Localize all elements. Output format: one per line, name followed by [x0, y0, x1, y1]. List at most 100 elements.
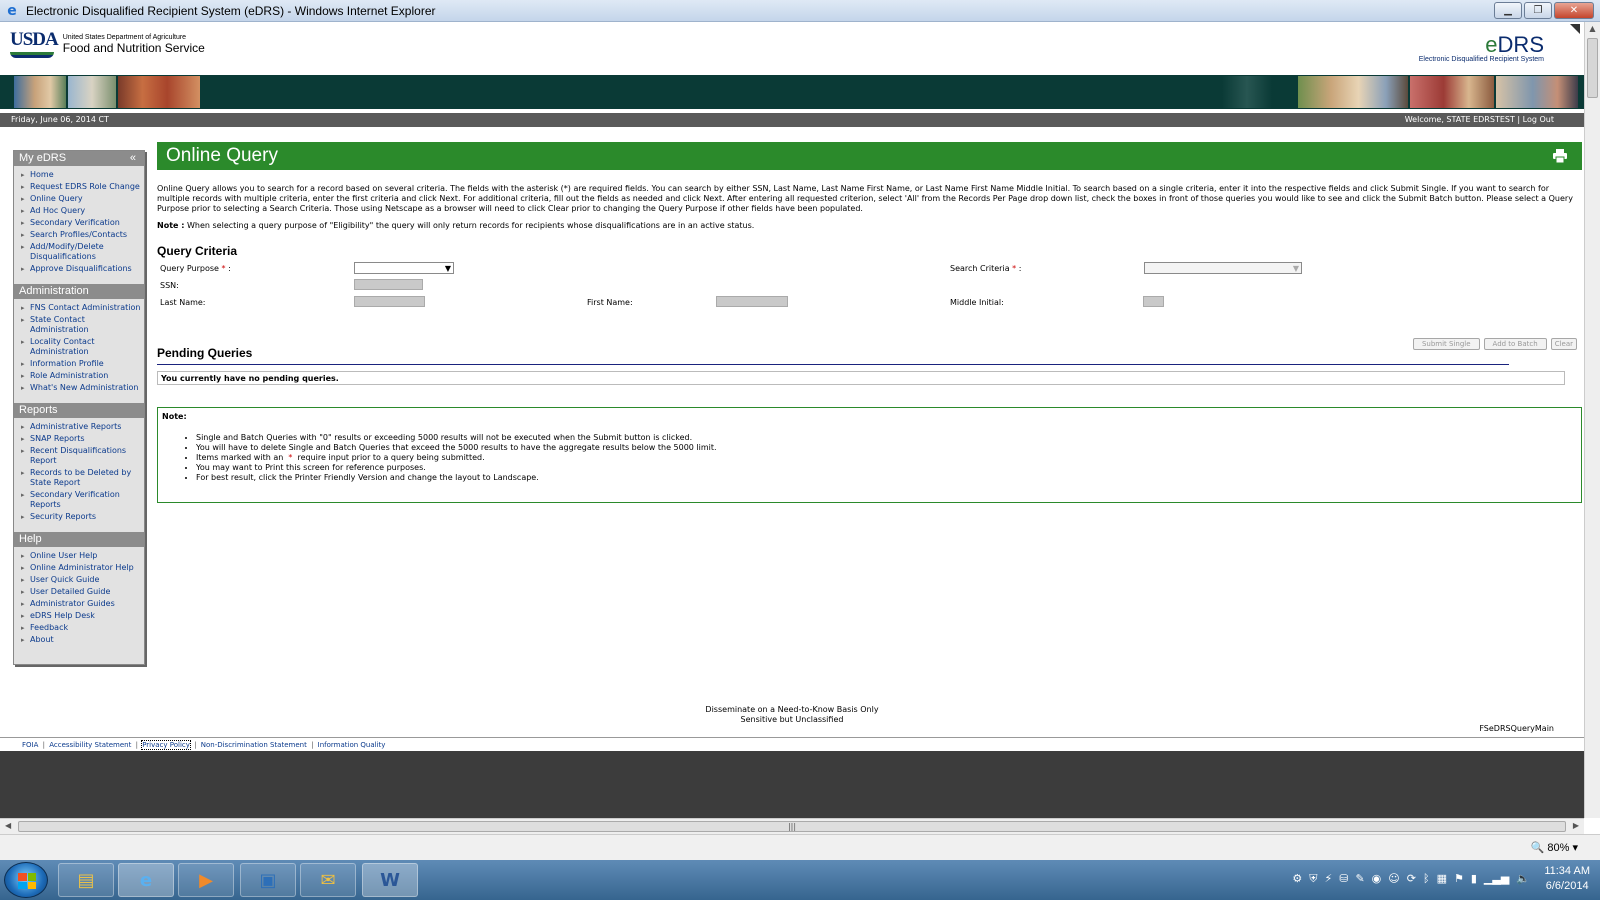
tray-icon[interactable]: ⛁	[1339, 872, 1348, 886]
sidebar-item-administrator-guides[interactable]: Administrator Guides	[30, 599, 115, 608]
sidebar-item-add-modify-delete[interactable]: Add/Modify/Delete Disqualifications	[30, 242, 104, 261]
sidebar-item[interactable]: Secondary Verification Reports	[20, 490, 144, 510]
sidebar-item-search-profiles[interactable]: Search Profiles/Contacts	[30, 230, 127, 239]
scroll-right-icon[interactable]: ▶	[1573, 821, 1579, 830]
sidebar-item-user-detailed-guide[interactable]: User Detailed Guide	[30, 587, 110, 596]
sidebar-item[interactable]: Feedback	[20, 623, 144, 633]
sidebar-item-help-desk[interactable]: eDRS Help Desk	[30, 611, 95, 620]
flag-icon[interactable]: ⚑	[1454, 872, 1464, 886]
sidebar-item[interactable]: User Quick Guide	[20, 575, 144, 585]
sidebar-item-online-user-help[interactable]: Online User Help	[30, 551, 97, 560]
sidebar-item[interactable]: Online Query	[20, 194, 144, 204]
bluetooth-icon[interactable]: ᛒ	[1423, 872, 1430, 886]
search-criteria-select[interactable]: ▼	[1144, 262, 1302, 274]
ssn-field[interactable]	[354, 279, 423, 290]
network-app-icon[interactable]: ▣	[240, 863, 296, 897]
sidebar-item[interactable]: Secondary Verification	[20, 218, 144, 228]
sidebar-item[interactable]: SNAP Reports	[20, 434, 144, 444]
footer-link-foia[interactable]: FOIA	[22, 741, 38, 749]
vertical-scroll-thumb[interactable]	[1587, 38, 1598, 98]
sidebar-item[interactable]: About	[20, 635, 144, 645]
media-player-icon[interactable]: ▶	[178, 863, 234, 897]
taskbar-clock[interactable]: 11:34 AM 6/6/2014	[1544, 864, 1590, 894]
sidebar-item[interactable]: Administrator Guides	[20, 599, 144, 609]
volume-icon[interactable]: 🔈	[1516, 872, 1530, 886]
sidebar-item-security-reports[interactable]: Security Reports	[30, 512, 96, 521]
sidebar-item-locality-contact[interactable]: Locality Contact Administration	[30, 337, 95, 356]
internet-explorer-taskbar-icon[interactable]: e	[118, 863, 174, 897]
query-purpose-select[interactable]: ▼	[354, 262, 454, 274]
footer-link-non-discrimination[interactable]: Non-Discrimination Statement	[201, 741, 307, 749]
sidebar-item[interactable]: Administrative Reports	[20, 422, 144, 432]
sidebar-item-fns-contact[interactable]: FNS Contact Administration	[30, 303, 140, 312]
sidebar-item-information-profile[interactable]: Information Profile	[30, 359, 104, 368]
sidebar-item[interactable]: Approve Disqualifications	[20, 264, 144, 274]
submit-single-button[interactable]: Submit Single	[1412, 338, 1480, 350]
sidebar-item[interactable]: Online Administrator Help	[20, 563, 144, 573]
tray-icon[interactable]: ⚡	[1324, 872, 1332, 886]
sidebar-item[interactable]: Security Reports	[20, 512, 144, 522]
sidebar-item[interactable]: Online User Help	[20, 551, 144, 561]
file-explorer-icon[interactable]: ▤	[58, 863, 114, 897]
sidebar-item-recent-disqualifications[interactable]: Recent Disqualifications Report	[30, 446, 126, 465]
sidebar-item-snap-reports[interactable]: SNAP Reports	[30, 434, 85, 443]
sidebar-item[interactable]: Home	[20, 170, 144, 180]
footer-link-information-quality[interactable]: Information Quality	[318, 741, 386, 749]
sidebar-item-request-role-change[interactable]: Request EDRS Role Change	[30, 182, 140, 191]
sidebar-item[interactable]: State Contact Administration	[20, 315, 144, 335]
scroll-up-icon[interactable]: ▲	[1585, 24, 1600, 38]
sidebar-item-ad-hoc-query[interactable]: Ad Hoc Query	[30, 206, 85, 215]
footer-link-privacy[interactable]: Privacy Policy	[141, 740, 191, 750]
sidebar-item[interactable]: Ad Hoc Query	[20, 206, 144, 216]
sidebar-item-state-contact[interactable]: State Contact Administration	[30, 315, 89, 334]
sidebar-item-secondary-verification-reports[interactable]: Secondary Verification Reports	[30, 490, 120, 509]
word-icon[interactable]: W	[362, 863, 418, 897]
sidebar-item[interactable]: Locality Contact Administration	[20, 337, 144, 357]
sidebar-item-whats-new[interactable]: What's New Administration	[30, 383, 138, 392]
tray-icon[interactable]: ✎	[1355, 872, 1364, 886]
sidebar-item-user-quick-guide[interactable]: User Quick Guide	[30, 575, 99, 584]
sidebar-item-administrative-reports[interactable]: Administrative Reports	[30, 422, 121, 431]
sidebar-item[interactable]: FNS Contact Administration	[20, 303, 144, 313]
sidebar-item[interactable]: Search Profiles/Contacts	[20, 230, 144, 240]
signal-icon[interactable]: ▁▃▅	[1484, 872, 1509, 886]
add-to-batch-button[interactable]: Add to Batch	[1483, 338, 1547, 350]
maximize-button[interactable]: ❐	[1524, 2, 1552, 19]
start-button[interactable]	[4, 862, 48, 898]
sidebar-item-online-admin-help[interactable]: Online Administrator Help	[30, 563, 134, 572]
sidebar-item[interactable]: User Detailed Guide	[20, 587, 144, 597]
sidebar-item-about[interactable]: About	[30, 635, 54, 644]
sidebar-item[interactable]: What's New Administration	[20, 383, 144, 393]
tray-icon[interactable]: ⚙	[1292, 872, 1302, 886]
zoom-control[interactable]: 🔍 80% ▾	[1531, 841, 1578, 854]
sidebar-item-approve-disqualifications[interactable]: Approve Disqualifications	[30, 264, 132, 273]
outlook-icon[interactable]: ✉	[300, 863, 356, 897]
tray-icon[interactable]: ▮	[1471, 872, 1477, 886]
tray-icon[interactable]: ⛨	[1309, 872, 1317, 886]
horizontal-scroll-thumb[interactable]: |||	[18, 821, 1566, 832]
logout-link[interactable]: Log Out	[1523, 115, 1554, 124]
sidebar-item[interactable]: Records to be Deleted by State Report	[20, 468, 144, 488]
middle-initial-field[interactable]	[1143, 296, 1164, 307]
minimize-button[interactable]: ▁	[1494, 2, 1522, 19]
horizontal-scrollbar[interactable]: ◀ ||| ▶	[0, 818, 1584, 834]
tray-icon[interactable]: ▦	[1437, 872, 1447, 886]
close-button[interactable]: ✕	[1554, 2, 1594, 19]
sidebar-item[interactable]: Information Profile	[20, 359, 144, 369]
sidebar-item-records-to-be-deleted[interactable]: Records to be Deleted by State Report	[30, 468, 131, 487]
sidebar-item-role-administration[interactable]: Role Administration	[30, 371, 108, 380]
vertical-scrollbar[interactable]: ▲	[1584, 22, 1600, 818]
first-name-field[interactable]	[716, 296, 788, 307]
sidebar-item[interactable]: Role Administration	[20, 371, 144, 381]
sidebar-item-feedback[interactable]: Feedback	[30, 623, 68, 632]
usda-logo[interactable]: USDA United States Department of Agricul…	[10, 30, 205, 58]
sidebar-item[interactable]: Add/Modify/Delete Disqualifications	[20, 242, 144, 262]
printer-icon[interactable]	[1552, 149, 1568, 163]
sidebar-item[interactable]: Recent Disqualifications Report	[20, 446, 144, 466]
tray-icon[interactable]: ⟳	[1407, 872, 1416, 886]
scroll-left-icon[interactable]: ◀	[5, 821, 11, 830]
tray-icon[interactable]: ☺	[1388, 872, 1399, 886]
last-name-field[interactable]	[354, 296, 425, 307]
sidebar-item-online-query[interactable]: Online Query	[30, 194, 83, 203]
tray-icon[interactable]: ◉	[1372, 872, 1382, 886]
